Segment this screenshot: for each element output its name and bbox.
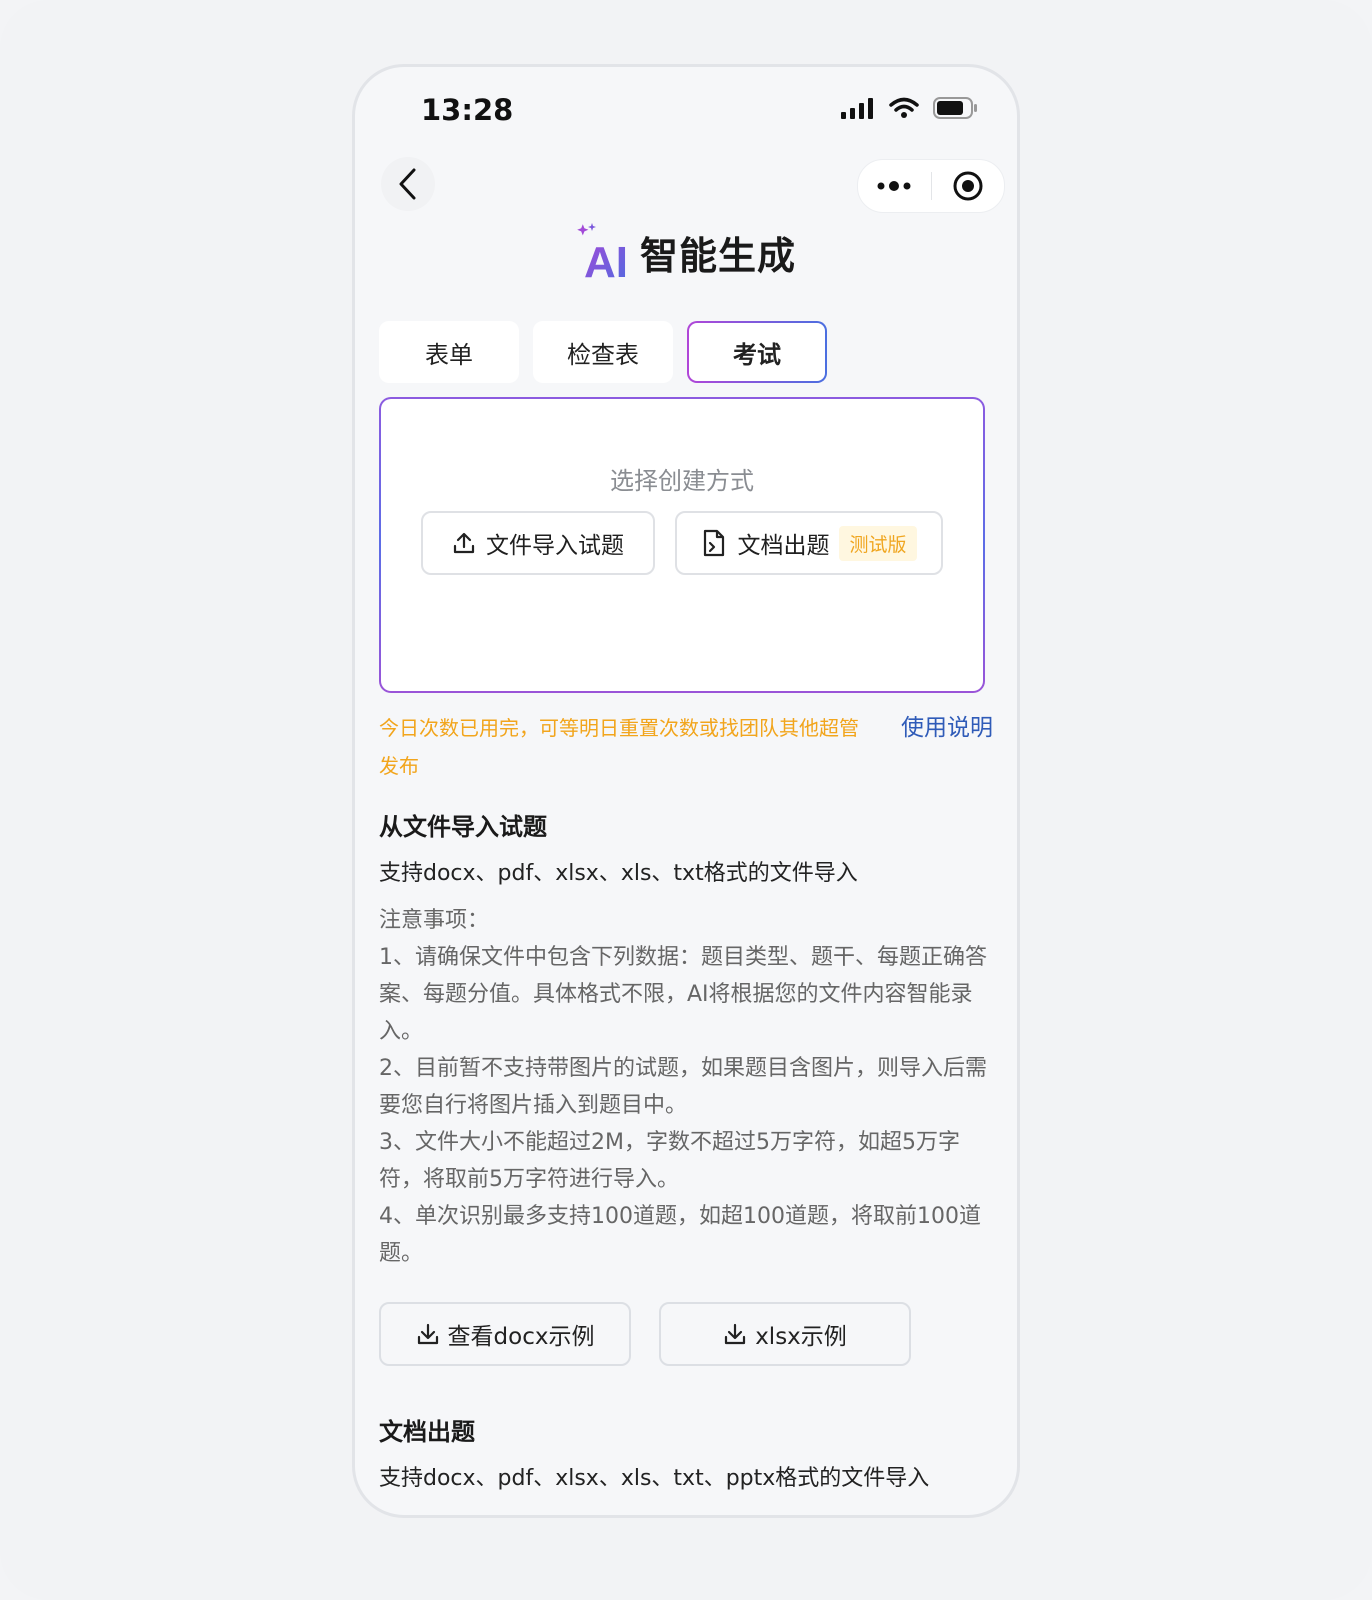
document-icon (704, 529, 725, 557)
doc-formats: 支持docx、pdf、xlsx、xls、txt、pptx格式的文件导入 (379, 1466, 930, 1491)
more-button[interactable] (858, 160, 931, 212)
note-item: 4、单次识别最多支持100道题，如超100道题，将取前100道题。 (379, 1204, 981, 1266)
back-button[interactable] (381, 157, 435, 211)
ai-mark: AI (584, 238, 628, 283)
tab-bar: 表单 检查表 考试 (379, 321, 827, 383)
beta-badge: 测试版 (839, 525, 917, 561)
import-file-button[interactable]: 文件导入试题 (421, 511, 655, 575)
usage-guide-link[interactable]: 使用说明 (901, 709, 993, 747)
upload-icon (453, 532, 475, 554)
note-item: 2、目前暂不支持带图片的试题，如果题目含图片，则导入后需要您自行将图片插入到题目… (379, 1056, 987, 1118)
instructions: 从文件导入试题 支持docx、pdf、xlsx、xls、txt格式的文件导入 注… (379, 807, 989, 1497)
close-miniprogram-button[interactable] (932, 160, 1005, 212)
ai-logo-icon: AI (577, 223, 628, 283)
status-icons (841, 97, 979, 123)
tab-exam[interactable]: 考试 (687, 321, 827, 383)
download-icon (725, 1323, 746, 1345)
docx-example-button[interactable]: 查看docx示例 (379, 1302, 631, 1366)
example-downloads: 查看docx示例 xlsx示例 (379, 1302, 989, 1366)
import-section-title: 从文件导入试题 (379, 813, 547, 841)
tab-form[interactable]: 表单 (379, 321, 519, 383)
status-bar: 13:28 (355, 67, 1017, 157)
import-formats: 支持docx、pdf、xlsx、xls、txt格式的文件导入 (379, 861, 858, 886)
import-file-label: 文件导入试题 (486, 533, 624, 559)
download-icon (417, 1323, 438, 1345)
tab-checklist[interactable]: 检查表 (533, 321, 673, 383)
more-dots-icon (877, 181, 911, 191)
docx-example-label: 查看docx示例 (447, 1324, 595, 1350)
mini-program-capsule (857, 159, 1005, 213)
chevron-left-icon (399, 168, 416, 200)
doc-question-label: 文档出题 (737, 533, 830, 559)
page-title: 智能生成 (639, 233, 796, 278)
xlsx-example-button[interactable]: xlsx示例 (659, 1302, 911, 1366)
notes-label: 注意事项： (379, 908, 490, 933)
phone-frame: 13:28 AI 智能生成 表单 检查表 考试 选择创建方式 文件导入试题 文档… (352, 64, 1020, 1518)
doc-question-button[interactable]: 文档出题 测试版 (675, 511, 943, 575)
wifi-icon (889, 97, 919, 123)
panel-title: 选择创建方式 (610, 467, 754, 495)
create-method-panel: 选择创建方式 文件导入试题 文档出题 测试版 (379, 397, 985, 693)
brand-header: AI 智能生成 (355, 217, 1017, 287)
note-item: 1、请确保文件中包含下列数据：题目类型、题干、每题正确答案、每题分值。具体格式不… (379, 945, 987, 1044)
note-item: 3、文件大小不能超过2M，字数不超过5万字符，如超5万字符，将取前5万字符进行导… (379, 1130, 960, 1192)
quota-warning: 今日次数已用完，可等明日重置次数或找团队其他超管发布 (379, 716, 859, 778)
doc-section-title: 文档出题 (379, 1418, 475, 1446)
status-time: 13:28 (421, 93, 514, 127)
target-circle-icon (953, 171, 983, 201)
xlsx-example-label: xlsx示例 (755, 1324, 847, 1350)
signal-icon (841, 97, 875, 123)
battery-icon (933, 97, 979, 123)
